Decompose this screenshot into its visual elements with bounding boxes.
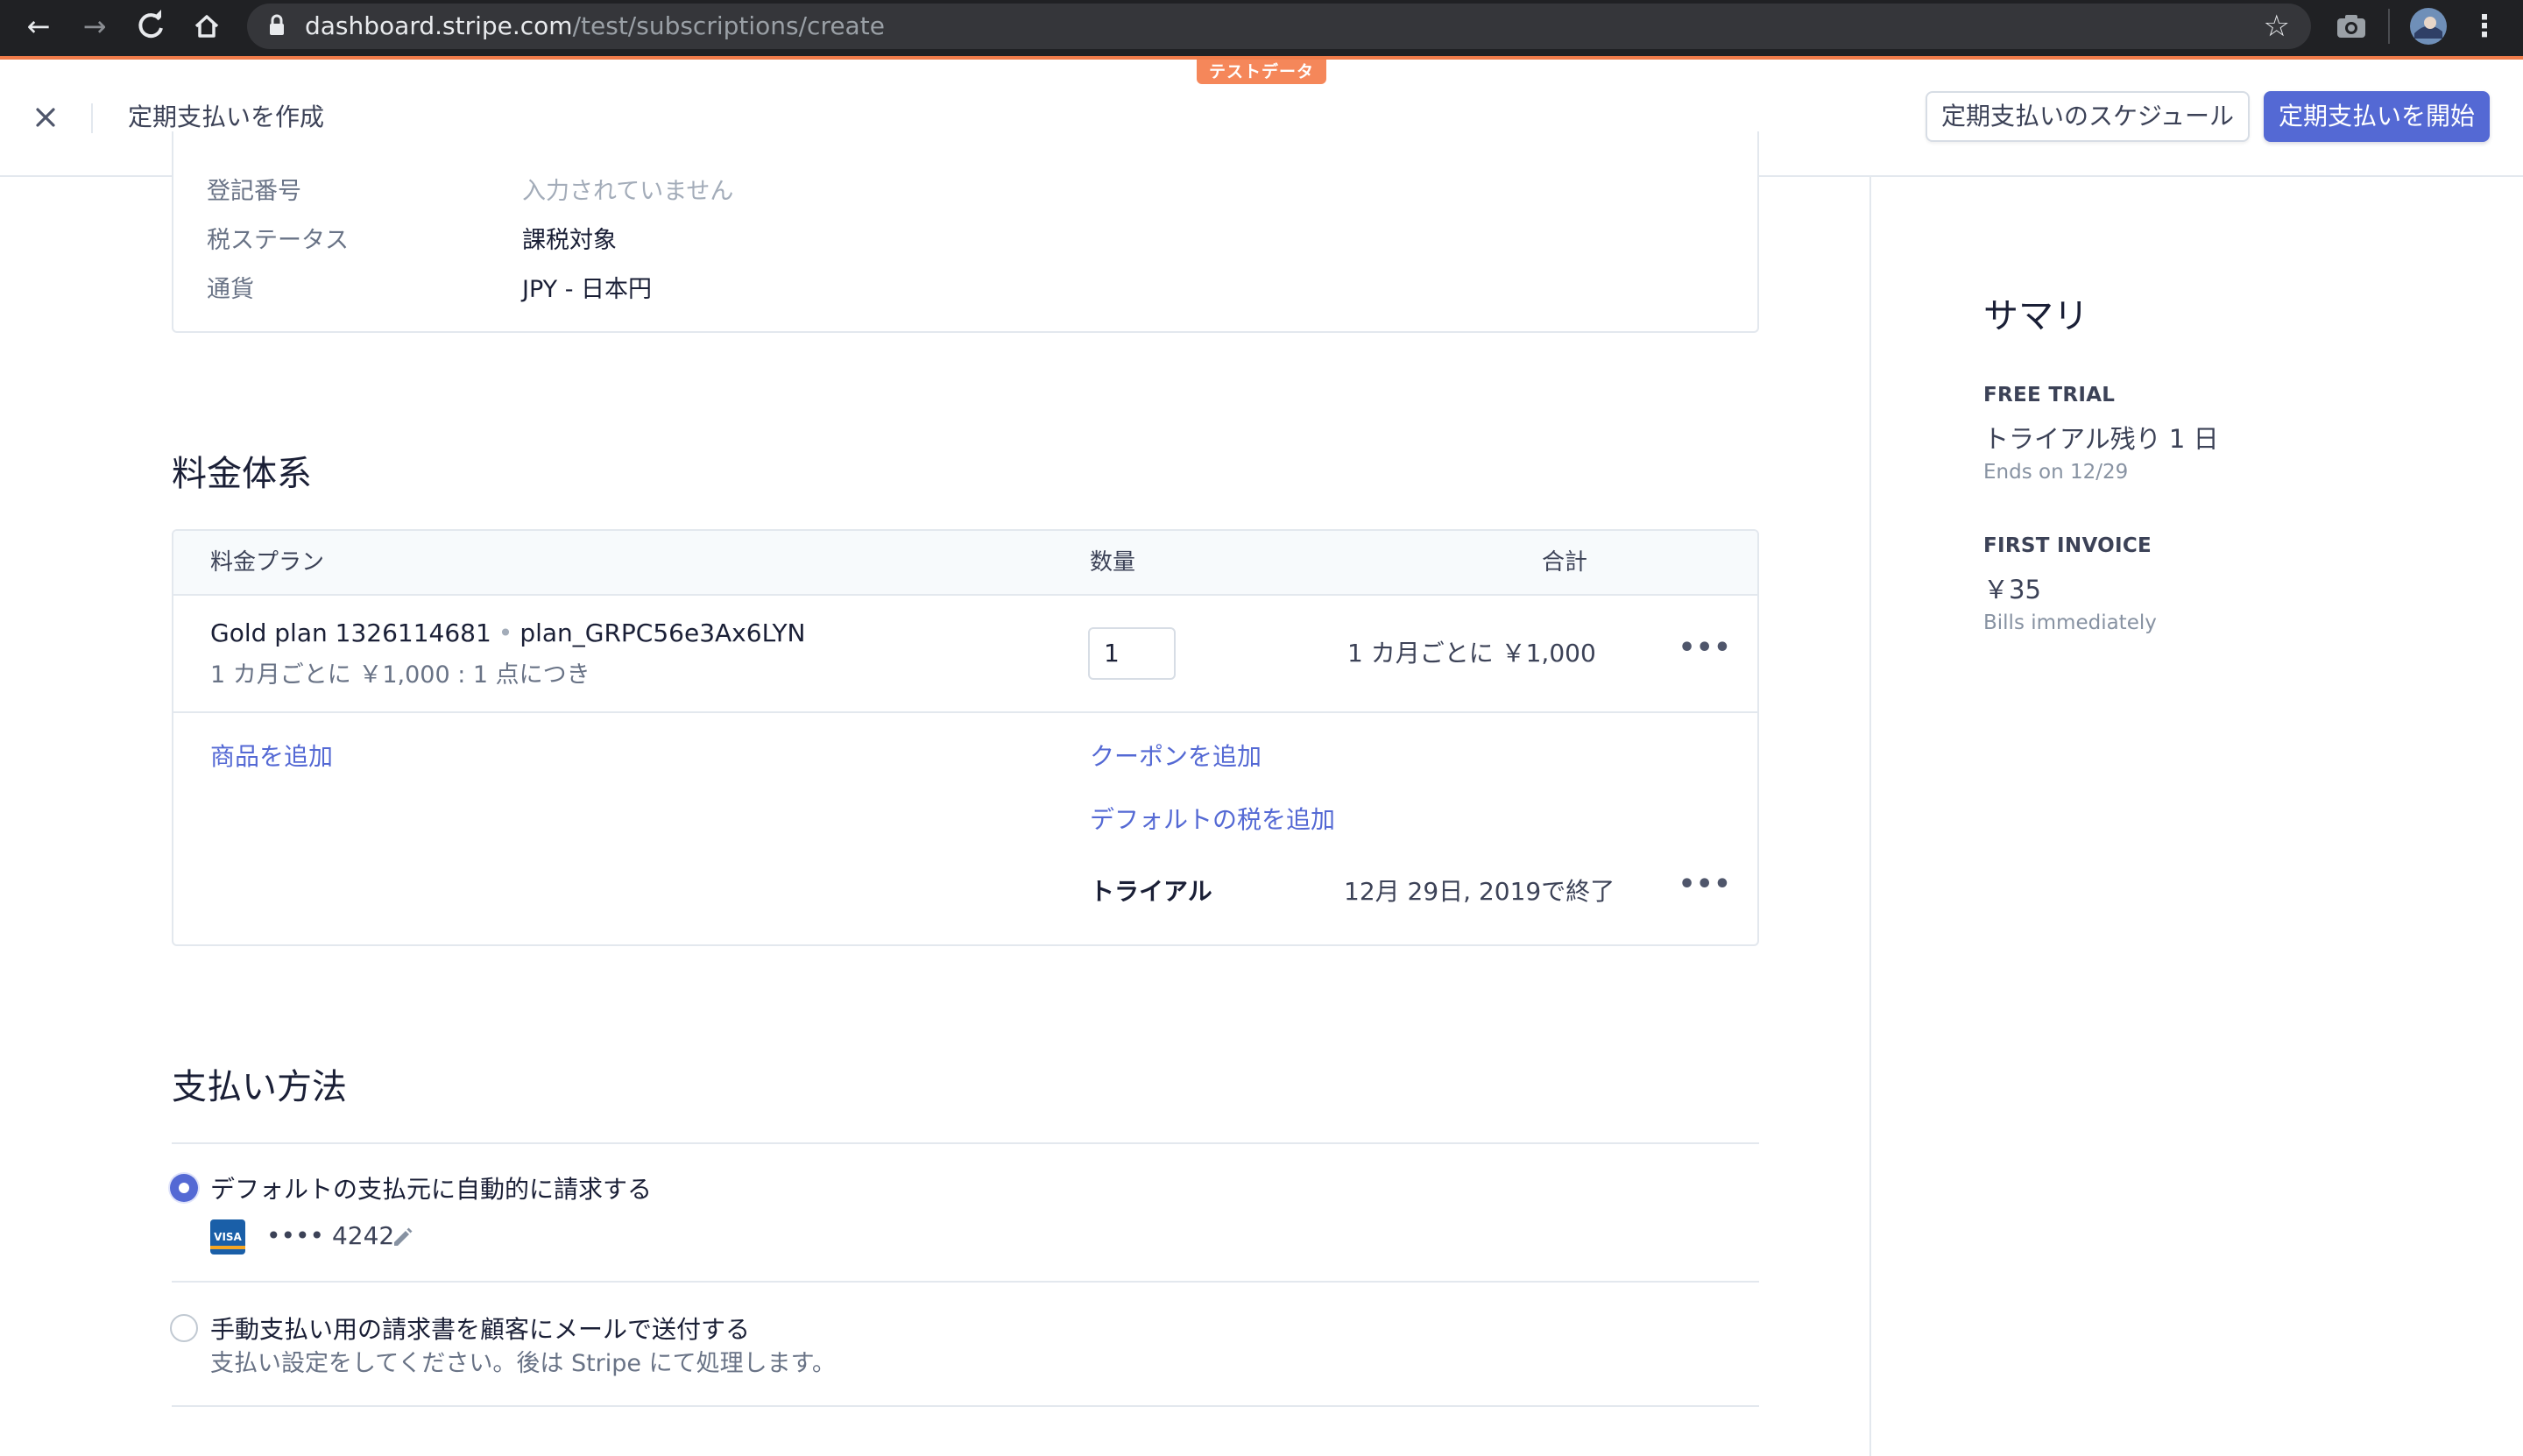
table-header: 料金プラン 数量 合計 — [173, 531, 1757, 596]
close-icon[interactable] — [26, 98, 65, 137]
payment-divider — [172, 1281, 1759, 1283]
header-divider — [91, 103, 93, 133]
home-icon[interactable] — [186, 5, 228, 47]
row-more-icon[interactable]: ••• — [1678, 631, 1732, 666]
browser-toolbar: ← → dashboard.stripe.com/test/subscripti… — [0, 0, 2523, 56]
pricing-section-title: 料金体系 — [172, 454, 312, 494]
camera-extension-icon[interactable] — [2332, 7, 2371, 46]
test-data-badge: テストデータ — [1197, 60, 1326, 84]
row-total: 1 カ月ごとに ￥1,000 — [1347, 639, 1596, 668]
more-vert-icon[interactable]: ⋮ — [2467, 7, 2502, 46]
address-bar[interactable]: dashboard.stripe.com/test/subscriptions/… — [247, 4, 2311, 49]
trial-ends: Ends on 12/29 — [1983, 461, 2129, 484]
summary-title: サマリ — [1983, 296, 2088, 336]
url-text: dashboard.stripe.com/test/subscriptions/… — [305, 11, 885, 40]
first-invoice-caption: FIRST INVOICE — [1983, 534, 2152, 557]
free-trial-caption: FREE TRIAL — [1983, 384, 2116, 406]
card-number: •••• 4242 — [266, 1221, 395, 1250]
plan-name: Gold plan 1326114681 • plan_GRPC56e3Ax6LYN — [210, 618, 806, 647]
bills-immediately: Bills immediately — [1983, 611, 2157, 634]
profile-avatar[interactable] — [2409, 7, 2448, 46]
edit-pencil-icon[interactable] — [389, 1223, 415, 1249]
schedule-subscription-button[interactable]: 定期支払いのスケジュール — [1926, 91, 2250, 142]
plan-description: 1 カ月ごとに ￥1,000 : 1 点につき — [210, 661, 590, 689]
bookmark-star-icon[interactable]: ☆ — [2264, 4, 2290, 49]
email-invoice-radio[interactable] — [170, 1314, 198, 1342]
trial-label: トライアル — [1090, 877, 1212, 906]
reload-icon[interactable] — [130, 5, 172, 47]
toolbar-divider — [2388, 9, 2390, 44]
sidebar-divider — [1869, 177, 1871, 1456]
quantity-input[interactable]: 1 — [1088, 627, 1176, 680]
column-header-total: 合計 — [1542, 549, 1588, 576]
detail-value: 課税対象 — [522, 227, 617, 254]
row-divider — [173, 711, 1757, 713]
first-invoice-amount: ￥35 — [1983, 575, 2041, 604]
start-subscription-button[interactable]: 定期支払いを開始 — [2264, 91, 2490, 142]
detail-label: 通貨 — [207, 276, 254, 303]
detail-value: 入力されていません — [522, 178, 734, 205]
back-arrow-icon[interactable]: ← — [18, 5, 60, 47]
auto-charge-label[interactable]: デフォルトの支払元に自動的に請求する — [210, 1170, 652, 1205]
detail-value: JPY - 日本円 — [522, 276, 653, 303]
add-coupon-link[interactable]: クーポンを追加 — [1090, 738, 1262, 773]
svg-text:VISA: VISA — [214, 1231, 242, 1243]
payment-section-title: 支払い方法 — [172, 1067, 347, 1107]
email-invoice-description: 支払い設定をしてください。後は Stripe にて処理します。 — [210, 1350, 836, 1377]
pricing-table: 料金プラン 数量 合計 Gold plan 1326114681 • plan_GR… — [172, 529, 1759, 946]
visa-card-icon: VISA — [210, 1219, 245, 1255]
add-default-tax-link[interactable]: デフォルトの税を追加 — [1090, 801, 1335, 836]
column-header-plan: 料金プラン — [210, 549, 325, 576]
customer-details-card — [172, 131, 1759, 333]
trial-end-date: 12月 29日, 2019で終了 — [1344, 877, 1615, 906]
add-product-link[interactable]: 商品を追加 — [210, 738, 333, 773]
detail-label: 登記番号 — [207, 178, 301, 205]
trial-remaining: トライアル残り 1 日 — [1983, 424, 2219, 454]
column-header-quantity: 数量 — [1090, 549, 1136, 576]
lock-icon — [270, 14, 284, 35]
detail-label: 税ステータス — [207, 227, 349, 254]
email-invoice-label[interactable]: 手動支払い用の請求書を顧客にメールで送付する — [210, 1311, 750, 1346]
payment-divider — [172, 1142, 1759, 1144]
payment-divider — [172, 1405, 1759, 1407]
auto-charge-radio[interactable] — [170, 1174, 198, 1202]
forward-arrow-icon[interactable]: → — [74, 5, 116, 47]
trial-more-icon[interactable]: ••• — [1678, 867, 1732, 902]
